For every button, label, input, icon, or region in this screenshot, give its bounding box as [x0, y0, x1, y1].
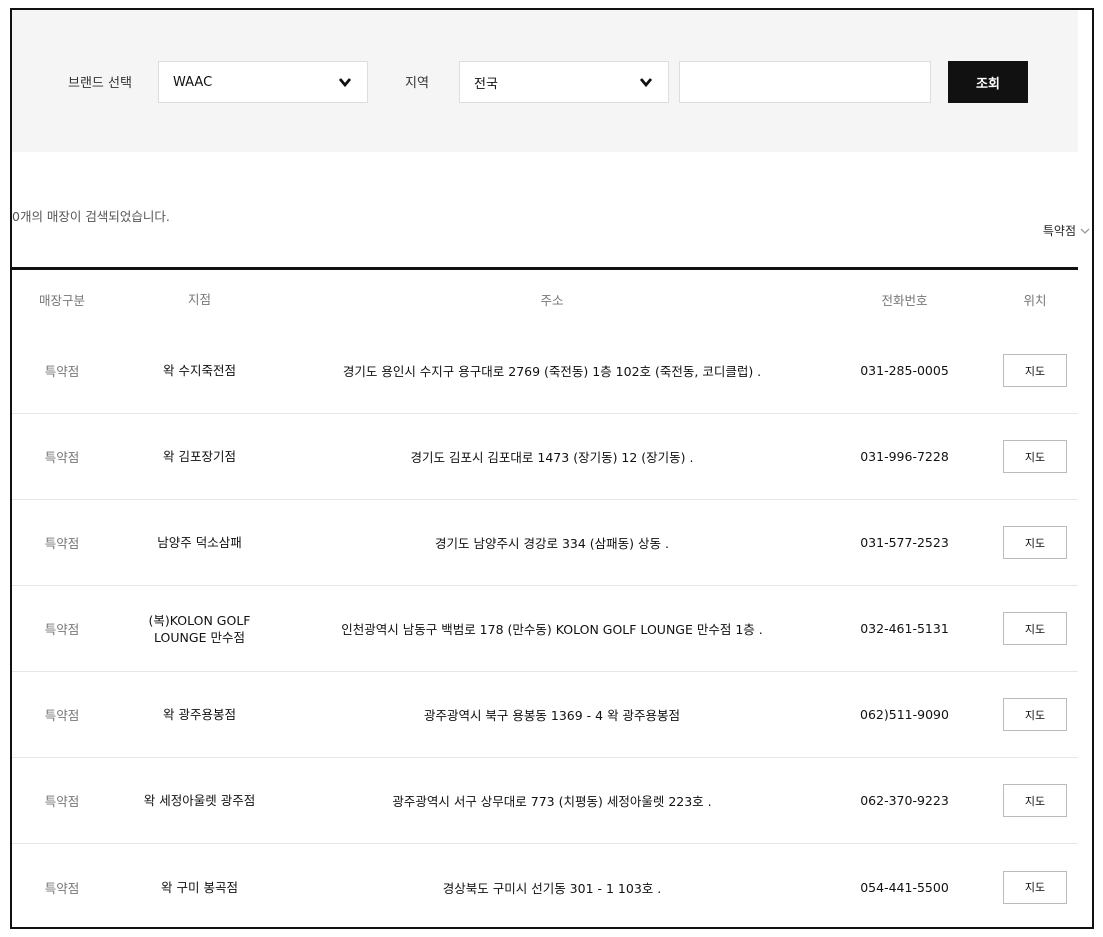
store-table: 매장구분 지점 주소 전화번호 위치 특약점 왁 수지죽전점 경기도 용인시 수… — [12, 270, 1078, 927]
header-name: 지점 — [187, 291, 211, 307]
table-row: 특약점 왁 수지죽전점 경기도 용인시 수지구 용구대로 2769 (죽전동) … — [12, 328, 1078, 414]
store-phone: 031-577-2523 — [860, 535, 949, 550]
map-button[interactable]: 지도 — [1003, 784, 1067, 817]
header-type: 매장구분 — [38, 292, 85, 308]
store-phone: 054-441-5500 — [860, 879, 949, 895]
search-button[interactable]: 조회 — [948, 61, 1028, 103]
store-address: 경기도 남양주시 경강로 334 (삼패동) 상동 . — [435, 536, 669, 551]
table-row: 특약점 왁 세정아울렛 광주점 광주광역시 서구 상무대로 773 (치평동) … — [12, 758, 1078, 844]
store-address: 광주광역시 북구 용봉동 1369 - 4 왁 광주용봉점 — [423, 708, 681, 723]
table-row: 특약점 왁 김포장기점 경기도 김포시 김포대로 1473 (장기동) 12 (… — [12, 414, 1078, 500]
store-name: 왁 광주용봉점 — [163, 707, 236, 722]
store-name: (복)KOLON GOLF LOUNGE 만수점 — [148, 612, 251, 645]
chevron-down-icon — [639, 78, 653, 88]
map-button[interactable]: 지도 — [1003, 870, 1067, 904]
store-address: 인천광역시 남동구 백범로 178 (만수동) KOLON GOLF LOUNG… — [341, 622, 763, 637]
table-row: 특약점 남양주 덕소삼패 경기도 남양주시 경강로 334 (삼패동) 상동 .… — [12, 500, 1078, 586]
table-header: 매장구분 지점 주소 전화번호 위치 — [12, 270, 1078, 328]
store-name: 왁 구미 봉곡점 — [161, 879, 238, 895]
store-type: 특약점 — [44, 880, 80, 896]
store-address: 광주광역시 서구 상무대로 773 (치평동) 세정아울렛 223호 . — [392, 794, 712, 809]
store-name: 왁 세정아울렛 광주점 — [143, 793, 256, 808]
search-panel: 브랜드 선택 WAAC 지역 전국 조회 — [12, 10, 1078, 152]
brand-select-value: WAAC — [173, 74, 213, 90]
chevron-down-icon — [1080, 228, 1090, 234]
header-address: 주소 — [540, 292, 564, 308]
header-location: 위치 — [1023, 292, 1047, 308]
table-row: 특약점 왁 광주용봉점 광주광역시 북구 용봉동 1369 - 4 왁 광주용봉… — [12, 672, 1078, 758]
sort-label: 특약점 — [1042, 224, 1076, 238]
store-type: 특약점 — [44, 794, 80, 809]
store-phone: 062-370-9223 — [860, 793, 949, 808]
store-type: 특약점 — [44, 450, 80, 465]
region-label: 지역 — [405, 76, 429, 91]
chevron-down-icon — [338, 78, 352, 88]
result-count: 0개의 매장이 검색되었습니다. — [12, 209, 170, 224]
map-button[interactable]: 지도 — [1003, 440, 1067, 473]
brand-select[interactable]: WAAC — [158, 61, 368, 103]
store-phone: 062)511-9090 — [860, 707, 949, 722]
store-phone: 032-461-5131 — [860, 621, 949, 636]
table-row: 특약점 왁 구미 봉곡점 경상북도 구미시 선기동 301 - 1 103호 .… — [12, 844, 1078, 927]
store-name: 남양주 덕소삼패 — [157, 535, 242, 550]
store-locator: 브랜드 선택 WAAC 지역 전국 조회 0개의 매장이 검색되었습니다. 특약… — [10, 8, 1094, 929]
store-type: 특약점 — [44, 622, 80, 637]
store-address: 경기도 용인시 수지구 용구대로 2769 (죽전동) 1층 102호 (죽전동… — [342, 364, 762, 379]
store-phone: 031-285-0005 — [860, 363, 949, 378]
sort-dropdown[interactable]: 특약점 — [1043, 222, 1090, 239]
map-button[interactable]: 지도 — [1003, 612, 1067, 645]
map-button[interactable]: 지도 — [1003, 698, 1067, 731]
store-phone: 031-996-7228 — [860, 449, 949, 464]
map-button[interactable]: 지도 — [1003, 526, 1067, 559]
region-select-value: 전국 — [474, 76, 498, 92]
region-select[interactable]: 전국 — [459, 61, 669, 103]
store-type: 특약점 — [44, 364, 80, 379]
store-type: 특약점 — [44, 708, 80, 723]
store-type: 특약점 — [44, 536, 80, 551]
store-name: 왁 김포장기점 — [163, 449, 236, 464]
keyword-input[interactable] — [679, 61, 931, 103]
store-address: 경기도 김포시 김포대로 1473 (장기동) 12 (장기동) . — [410, 450, 694, 465]
brand-label: 브랜드 선택 — [68, 76, 132, 91]
store-address: 경상북도 구미시 선기동 301 - 1 103호 . — [442, 880, 662, 896]
store-name: 왁 수지죽전점 — [163, 363, 236, 378]
table-row: 특약점 (복)KOLON GOLF LOUNGE 만수점 인천광역시 남동구 백… — [12, 586, 1078, 672]
header-phone: 전화번호 — [881, 292, 928, 308]
map-button[interactable]: 지도 — [1003, 354, 1067, 387]
